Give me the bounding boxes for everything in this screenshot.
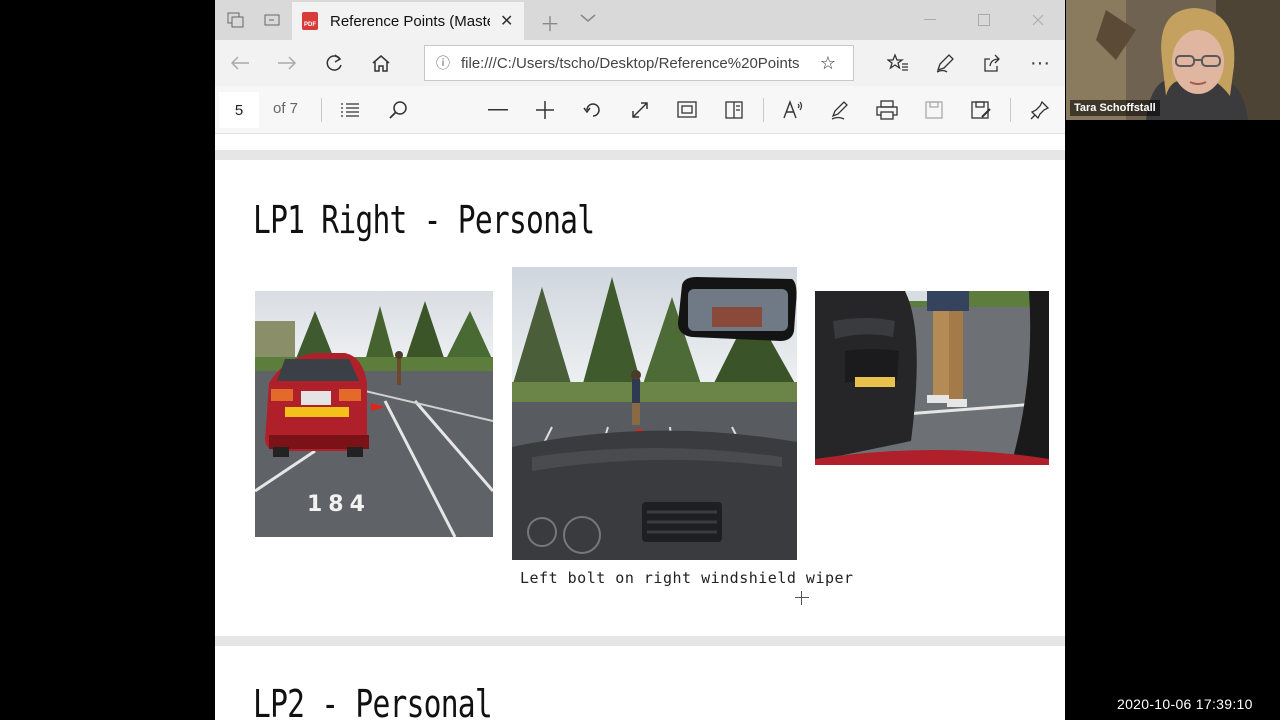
- info-icon[interactable]: ⓘ: [425, 53, 461, 73]
- tab-actions-icon[interactable]: [217, 0, 255, 40]
- pdf-toolbar: 5 of 7: [215, 86, 1065, 134]
- next-slide-title: LP2 - Personal: [253, 682, 493, 720]
- toolbar-divider: [1010, 98, 1011, 122]
- tab-bar: PDF Reference Points (Maste ✕ ＋: [215, 0, 1065, 40]
- pen-icon[interactable]: [922, 40, 968, 86]
- photo-caption: Left bolt on right windshield wiper: [520, 569, 854, 587]
- page-gap: [215, 636, 1065, 646]
- favorites-icon[interactable]: [875, 40, 921, 86]
- pdf-page-area: LP1 Right - Personal 184 Left bolt on ri…: [215, 134, 1065, 720]
- fit-icon[interactable]: [620, 86, 660, 134]
- refresh-icon[interactable]: [311, 40, 357, 86]
- navigation-bar: ⓘ file:///C:/Users/tscho/Desktop/Referen…: [215, 40, 1065, 86]
- print-icon[interactable]: [867, 86, 907, 134]
- slide-title: LP1 Right - Personal: [253, 198, 595, 242]
- page-number-input[interactable]: 5: [219, 92, 259, 128]
- toolbar-divider: [321, 98, 322, 122]
- participant-video: Tara Schoffstall: [1066, 0, 1280, 120]
- forward-icon[interactable]: [264, 40, 310, 86]
- draw-icon[interactable]: [820, 86, 860, 134]
- photo-windshield-view: [512, 267, 797, 560]
- save-as-icon[interactable]: [961, 86, 1001, 134]
- contents-icon[interactable]: [330, 86, 370, 134]
- participant-name: Tara Schoffstall: [1070, 100, 1160, 116]
- close-tab-icon[interactable]: ✕: [500, 11, 513, 31]
- screen: PDF Reference Points (Maste ✕ ＋ ⓘ file:/…: [0, 0, 1280, 720]
- pin-icon[interactable]: [1020, 86, 1060, 134]
- read-aloud-icon[interactable]: [773, 86, 813, 134]
- fullscreen-icon[interactable]: [667, 86, 707, 134]
- page-view-icon[interactable]: [714, 86, 754, 134]
- back-icon[interactable]: [217, 40, 263, 86]
- close-window-icon[interactable]: [1011, 0, 1065, 40]
- photo-car-rear: 184: [255, 291, 493, 537]
- url-text: file:///C:/Users/tscho/Desktop/Reference…: [461, 54, 800, 72]
- favorite-star-icon[interactable]: ☆: [805, 53, 851, 74]
- page-gap: [215, 150, 1065, 160]
- tab-list-icon[interactable]: [580, 10, 596, 26]
- search-icon[interactable]: [378, 86, 418, 134]
- maximize-icon[interactable]: [957, 0, 1011, 40]
- photo-door-view: [815, 291, 1049, 465]
- toolbar-divider: [763, 98, 764, 122]
- parking-number: 184: [307, 492, 371, 517]
- minimize-icon[interactable]: [903, 0, 957, 40]
- rotate-icon[interactable]: [573, 86, 613, 134]
- recording-timestamp: 2020-10-06 17:39:10: [1117, 696, 1253, 712]
- more-icon[interactable]: ···: [1017, 40, 1063, 86]
- back-tabs-icon[interactable]: [253, 0, 291, 40]
- tab-title: Reference Points (Maste: [330, 12, 490, 30]
- home-icon[interactable]: [358, 40, 404, 86]
- zoom-out-icon[interactable]: [478, 86, 518, 134]
- zoom-in-icon[interactable]: [525, 86, 565, 134]
- browser-window: PDF Reference Points (Maste ✕ ＋ ⓘ file:/…: [215, 0, 1065, 720]
- address-bar[interactable]: ⓘ file:///C:/Users/tscho/Desktop/Referen…: [424, 45, 854, 81]
- page-count: of 7: [273, 100, 299, 117]
- pdf-icon: PDF: [302, 12, 318, 30]
- active-tab[interactable]: PDF Reference Points (Maste ✕: [292, 2, 524, 40]
- cursor-crosshair: [795, 591, 809, 605]
- new-tab-icon[interactable]: ＋: [540, 8, 560, 37]
- share-icon[interactable]: [969, 40, 1015, 86]
- save-icon[interactable]: [914, 86, 954, 134]
